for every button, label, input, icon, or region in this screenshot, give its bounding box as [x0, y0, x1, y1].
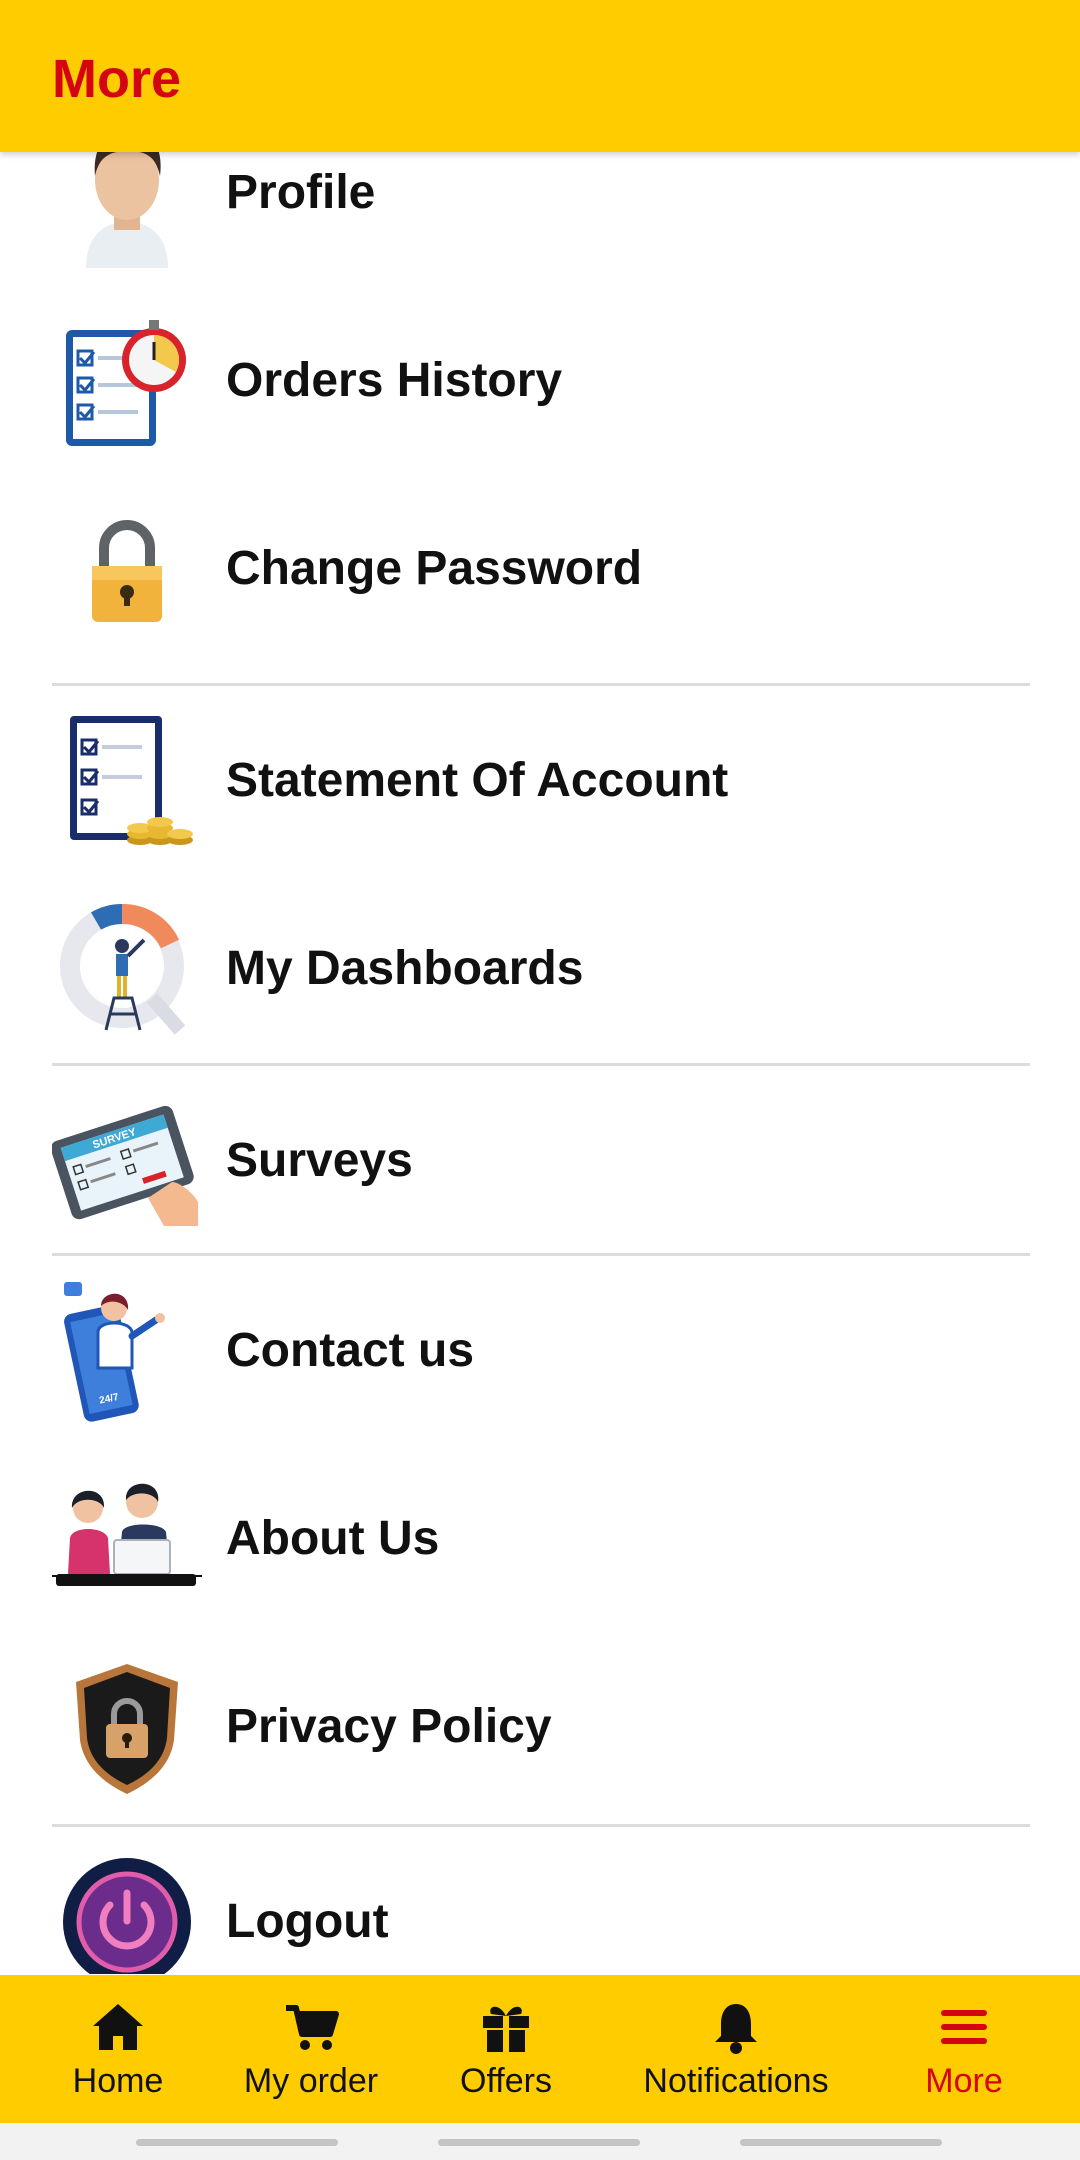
- menu-item-label: My Dashboards: [226, 941, 584, 995]
- menu-item-logout[interactable]: Logout: [0, 1827, 1080, 1974]
- nav-my-order[interactable]: My order: [226, 1975, 396, 2123]
- menu-item-orders-history[interactable]: Orders History: [0, 286, 1080, 474]
- menu-item-label: Statement Of Account: [226, 753, 729, 807]
- menu-item-about-us[interactable]: About Us: [0, 1444, 1080, 1632]
- support-agent-phone-icon: 24/7: [52, 1276, 202, 1426]
- clipboard-stopwatch-icon: [52, 306, 202, 456]
- gift-icon: [483, 2006, 529, 2052]
- nav-offers[interactable]: Offers: [446, 1975, 566, 2123]
- menu-item-profile[interactable]: Profile: [0, 152, 1080, 286]
- survey-tablet-icon: SURVEY: [52, 1086, 202, 1236]
- menu-item-label: Privacy Policy: [226, 1699, 552, 1753]
- checklist-coins-icon: [52, 706, 202, 856]
- bottom-nav: Home My order Offers Notifications More: [0, 1975, 1080, 2123]
- menu-item-surveys[interactable]: SURVEY Surveys: [0, 1066, 1080, 1254]
- system-nav-pill[interactable]: [740, 2139, 942, 2146]
- padlock-icon: [52, 494, 202, 644]
- menu-list: Profile Orders History Change Password S…: [0, 152, 1080, 1974]
- nav-label: My order: [243, 2061, 379, 2100]
- nav-notifications[interactable]: Notifications: [624, 1975, 848, 2123]
- nav-label: Notifications: [643, 2061, 829, 2100]
- nav-home[interactable]: Home: [58, 1975, 178, 2123]
- menu-item-label: Contact us: [226, 1323, 475, 1377]
- team-people-icon: [52, 1464, 202, 1614]
- bell-icon: [715, 2003, 757, 2054]
- power-icon: [52, 1847, 202, 1974]
- cart-icon: [286, 2004, 339, 2050]
- nav-label: Offers: [460, 2061, 552, 2100]
- app-header: More: [0, 0, 1080, 152]
- menu-item-contact-us[interactable]: 24/7 Contact us: [0, 1256, 1080, 1444]
- menu-item-label: Profile: [226, 165, 376, 219]
- nav-label: More: [925, 2061, 1003, 2100]
- dashboard-analytics-icon: [52, 894, 202, 1044]
- menu-icon: [941, 2009, 987, 2044]
- menu-item-my-dashboards[interactable]: My Dashboards: [0, 874, 1080, 1062]
- menu-item-label: Logout: [226, 1894, 389, 1948]
- system-navigation-bar: [0, 2123, 1080, 2160]
- menu-item-statement-of-account[interactable]: Statement Of Account: [0, 686, 1080, 874]
- page-title: More: [52, 49, 182, 109]
- menu-item-label: Surveys: [226, 1133, 413, 1187]
- menu-item-label: Orders History: [226, 353, 563, 407]
- shield-lock-icon: [52, 1652, 202, 1802]
- system-nav-pill[interactable]: [136, 2139, 338, 2146]
- menu-item-change-password[interactable]: Change Password: [0, 474, 1080, 662]
- menu-item-label: Change Password: [226, 541, 643, 595]
- profile-avatar-icon: [52, 152, 202, 268]
- menu-item-privacy-policy[interactable]: Privacy Policy: [0, 1632, 1080, 1820]
- nav-more[interactable]: More: [904, 1975, 1024, 2123]
- home-icon: [93, 2003, 143, 2050]
- menu-item-label: About Us: [226, 1511, 440, 1565]
- system-nav-pill[interactable]: [438, 2139, 640, 2146]
- nav-label: Home: [72, 2061, 164, 2100]
